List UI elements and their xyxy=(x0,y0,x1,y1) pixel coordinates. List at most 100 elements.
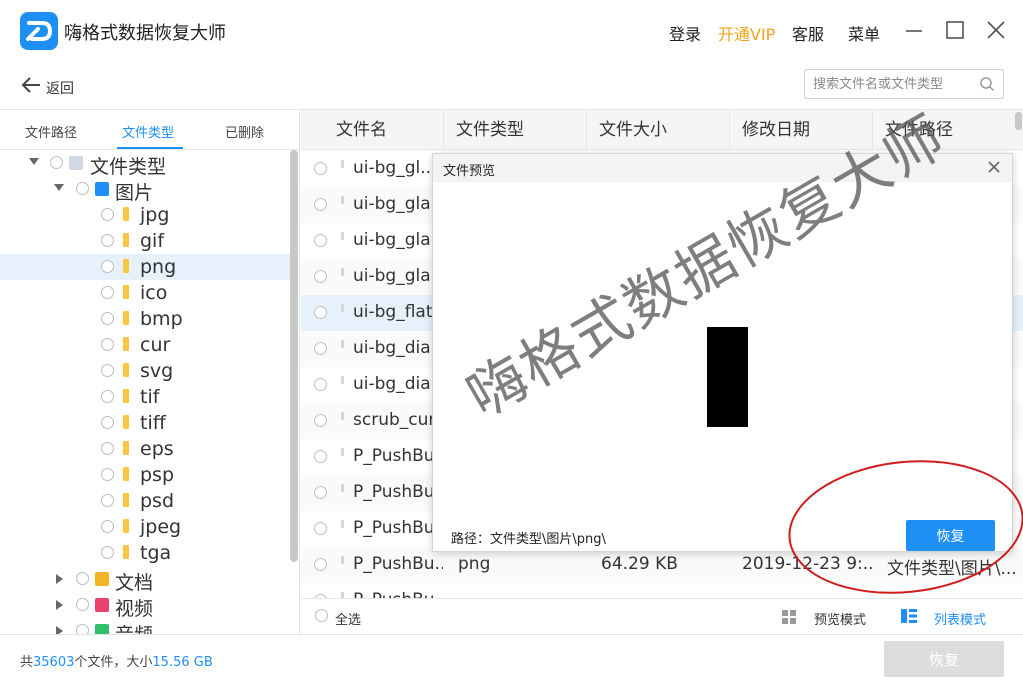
tree-label: png xyxy=(140,256,177,278)
row-checkbox[interactable] xyxy=(314,414,327,427)
expand-arrow-icon[interactable] xyxy=(56,574,63,584)
search-input[interactable] xyxy=(813,75,973,93)
list-view-icon[interactable] xyxy=(900,608,918,624)
tree-node-type[interactable]: svg xyxy=(0,358,290,384)
tree-node-root[interactable]: 文件类型 xyxy=(0,150,290,178)
select-all-checkbox[interactable] xyxy=(315,609,328,622)
tree-checkbox[interactable] xyxy=(101,312,114,325)
search-icon[interactable] xyxy=(979,76,995,92)
row-checkbox[interactable] xyxy=(314,198,327,211)
row-checkbox[interactable] xyxy=(314,162,327,175)
back-button[interactable]: 返回 xyxy=(46,78,74,98)
column-header-path[interactable]: 文件路径 xyxy=(873,110,1023,150)
menu-link[interactable]: 菜单 xyxy=(848,21,880,45)
expand-arrow-icon[interactable] xyxy=(54,184,64,191)
column-header-size[interactable]: 文件大小 xyxy=(587,110,730,150)
tree-checkbox[interactable] xyxy=(101,494,114,507)
tree-node-type[interactable]: jpg xyxy=(0,202,290,228)
tree-node-type[interactable]: eps xyxy=(0,436,290,462)
recover-button[interactable]: 恢复 xyxy=(884,641,1004,677)
tree-checkbox[interactable] xyxy=(101,234,114,247)
tree-node-type[interactable]: bmp xyxy=(0,306,290,332)
login-link[interactable]: 登录 xyxy=(669,21,701,45)
row-checkbox[interactable] xyxy=(314,450,327,463)
row-checkbox[interactable] xyxy=(314,306,327,319)
tree-node-type[interactable]: tiff xyxy=(0,410,290,436)
service-link[interactable]: 客服 xyxy=(792,21,824,45)
file-icon xyxy=(341,484,344,492)
minimize-button[interactable] xyxy=(900,16,928,44)
column-header-name[interactable]: 文件名 xyxy=(301,110,444,150)
tree-label: svg xyxy=(140,360,174,382)
list-mode-button[interactable]: 列表模式 xyxy=(934,609,986,628)
expand-arrow-icon[interactable] xyxy=(56,626,63,634)
tree-checkbox[interactable] xyxy=(101,364,114,377)
row-checkbox[interactable] xyxy=(314,378,327,391)
tree-node-images[interactable]: 图片 xyxy=(0,176,290,204)
dialog-file-path: 路径：文件类型\图片\png\ xyxy=(451,532,606,547)
tab-file-type[interactable]: 文件类型 xyxy=(122,122,174,141)
file-type-tree: 文件类型 图片 jpg gif png ico bmp cur svg tif tiff eps p… xyxy=(0,150,290,634)
tree-checkbox[interactable] xyxy=(101,520,114,533)
search-box[interactable] xyxy=(804,69,1004,99)
expand-arrow-icon[interactable] xyxy=(56,600,63,610)
column-header-date[interactable]: 修改日期 xyxy=(730,110,873,150)
tree-label: ico xyxy=(140,282,168,304)
tree-node-type[interactable]: ico xyxy=(0,280,290,306)
tree-node-type[interactable]: gif xyxy=(0,228,290,254)
tree-node-videos[interactable]: 视频 xyxy=(0,592,290,620)
expand-arrow-icon[interactable] xyxy=(29,158,39,165)
image-icon xyxy=(95,182,109,196)
vip-link[interactable]: 开通VIP xyxy=(718,21,775,45)
grid-view-icon[interactable] xyxy=(781,609,797,625)
tree-node-type[interactable]: jpeg xyxy=(0,514,290,540)
maximize-button[interactable] xyxy=(941,16,969,44)
tree-node-type[interactable]: tif xyxy=(0,384,290,410)
tree-checkbox[interactable] xyxy=(76,598,89,611)
row-checkbox[interactable] xyxy=(314,270,327,283)
column-header-type[interactable]: 文件类型 xyxy=(444,110,587,150)
preview-mode-button[interactable]: 预览模式 xyxy=(814,609,866,628)
tree-node-audio[interactable]: 音频 xyxy=(0,618,290,634)
row-checkbox[interactable] xyxy=(314,234,327,247)
tree-scrollbar[interactable] xyxy=(290,150,298,562)
cell-date: 2019-12-23 9:... xyxy=(742,554,872,574)
row-checkbox[interactable] xyxy=(314,522,327,535)
tree-checkbox[interactable] xyxy=(101,286,114,299)
tree-checkbox[interactable] xyxy=(101,338,114,351)
tab-file-path[interactable]: 文件路径 xyxy=(25,122,77,141)
tree-checkbox[interactable] xyxy=(50,156,63,169)
tree-node-type[interactable]: png xyxy=(0,254,290,280)
left-tabs: 文件路径 文件类型 已删除 xyxy=(0,110,299,150)
file-icon xyxy=(341,376,344,384)
tree-checkbox[interactable] xyxy=(101,546,114,559)
app-title: 嗨格式数据恢复大师 xyxy=(64,23,226,44)
tree-node-type[interactable]: psd xyxy=(0,488,290,514)
row-checkbox[interactable] xyxy=(314,558,327,571)
tree-checkbox[interactable] xyxy=(76,182,89,195)
close-button[interactable] xyxy=(982,16,1010,44)
row-checkbox[interactable] xyxy=(314,342,327,355)
tab-deleted[interactable]: 已删除 xyxy=(225,122,264,141)
tree-checkbox[interactable] xyxy=(101,416,114,429)
row-checkbox[interactable] xyxy=(314,486,327,499)
table-row[interactable]: P_PushBu... png 64.29 KB 2019-12-23 9:... 文件… xyxy=(301,547,1023,583)
tree-checkbox[interactable] xyxy=(101,390,114,403)
tree-checkbox[interactable] xyxy=(101,208,114,221)
tree-checkbox[interactable] xyxy=(101,260,114,273)
tree-checkbox[interactable] xyxy=(76,624,89,634)
dialog-recover-button[interactable]: 恢复 xyxy=(906,520,995,551)
tree-node-type[interactable]: tga xyxy=(0,540,290,566)
table-row[interactable]: P_PushBu xyxy=(301,583,1023,598)
tree-checkbox[interactable] xyxy=(101,468,114,481)
tree-node-type[interactable]: cur xyxy=(0,332,290,358)
tree-node-type[interactable]: psp xyxy=(0,462,290,488)
tree-checkbox[interactable] xyxy=(101,442,114,455)
tree-checkbox[interactable] xyxy=(76,572,89,585)
select-all-label[interactable]: 全选 xyxy=(335,609,361,628)
table-scrollbar[interactable] xyxy=(1015,112,1022,130)
tree-label: 图片 xyxy=(115,182,154,204)
dialog-close-icon[interactable] xyxy=(984,157,1004,177)
tree-node-documents[interactable]: 文档 xyxy=(0,566,290,594)
back-arrow-icon[interactable] xyxy=(20,75,42,95)
